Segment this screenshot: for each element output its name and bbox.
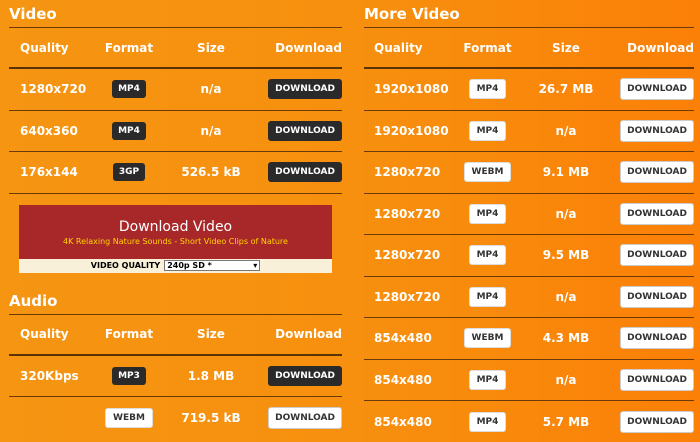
format-badge: WEBM (105, 407, 153, 428)
table-row: 854x480 WEBM 4.3 MB DOWNLOAD (364, 318, 694, 360)
quality-cell: 1280x720 (374, 206, 441, 221)
table-row: 854x480 MP4 n/a DOWNLOAD (364, 360, 694, 401)
more-video-section-title: More Video (364, 0, 694, 28)
format-badge: WEBM (463, 162, 512, 183)
size-cell: n/a (555, 289, 577, 304)
download-button[interactable]: DOWNLOAD (620, 202, 694, 225)
header-download: Download (275, 40, 342, 55)
video-table-header: Quality Format Size Download (9, 28, 342, 69)
header-size: Size (197, 40, 225, 55)
quality-cell: 854x480 (374, 414, 432, 429)
download-button[interactable]: DOWNLOAD (620, 410, 694, 433)
more-video-table-header: Quality Format Size Download (364, 28, 694, 69)
download-button[interactable]: DOWNLOAD (620, 119, 694, 142)
quality-cell: 1920x1080 (374, 82, 449, 97)
quality-cell: 640x360 (20, 123, 78, 138)
format-badge: MP4 (468, 79, 507, 100)
ad-title: Download Video (118, 218, 233, 235)
format-badge: WEBM (463, 328, 512, 349)
size-cell: 5.7 MB (542, 414, 590, 429)
size-cell: 26.7 MB (538, 82, 594, 97)
table-row: 854x480 MP4 5.7 MB DOWNLOAD (364, 401, 694, 442)
table-row: 1280x720 MP4 n/a DOWNLOAD (364, 194, 694, 235)
format-badge: MP4 (468, 411, 507, 432)
chevron-down-icon: ▾ (253, 261, 258, 270)
audio-section-title: Audio (9, 287, 342, 315)
download-button[interactable]: DOWNLOAD (620, 327, 694, 350)
size-cell: n/a (200, 123, 222, 138)
right-column: More Video Quality Format Size Download … (364, 0, 694, 442)
download-button[interactable]: DOWNLOAD (268, 406, 342, 429)
quality-cell: 1280x720 (374, 289, 441, 304)
table-row: 176x144 3GP 526.5 kB DOWNLOAD (9, 152, 342, 194)
download-button[interactable]: DOWNLOAD (620, 244, 694, 267)
table-row: 1920x1080 MP4 n/a DOWNLOAD (364, 111, 694, 152)
audio-table-header: Quality Format Size Download (9, 315, 342, 356)
header-format: Format (104, 40, 154, 55)
quality-cell: 854x480 (374, 331, 432, 346)
quality-cell: 854x480 (374, 372, 432, 387)
video-section-title: Video (9, 0, 342, 28)
header-size: Size (197, 327, 225, 341)
format-badge: MP4 (112, 121, 146, 140)
download-button[interactable]: DOWNLOAD (268, 79, 342, 100)
format-badge: MP4 (468, 286, 507, 307)
ad-quality-label: VIDEO QUALITY (90, 261, 161, 270)
size-cell: 1.8 MB (187, 368, 235, 383)
header-size: Size (552, 40, 580, 55)
header-quality: Quality (20, 327, 69, 341)
table-row: 1280x720 MP4 n/a DOWNLOAD (9, 69, 342, 111)
format-badge: MP4 (468, 369, 507, 390)
download-button[interactable]: DOWNLOAD (268, 120, 342, 141)
download-button[interactable]: DOWNLOAD (620, 368, 694, 391)
left-column: Video Quality Format Size Download 1280x… (9, 0, 342, 439)
header-quality: Quality (374, 40, 423, 55)
download-button[interactable]: DOWNLOAD (268, 365, 342, 386)
size-cell: 526.5 kB (181, 165, 241, 180)
video-quality-value: 240p SD * (167, 261, 212, 270)
header-download: Download (627, 40, 694, 55)
size-cell: 9.5 MB (542, 248, 590, 263)
download-button[interactable]: DOWNLOAD (268, 162, 342, 183)
header-quality: Quality (20, 40, 69, 55)
format-badge: MP4 (468, 203, 507, 224)
download-video-ad-banner[interactable]: Download Video 4K Relaxing Nature Sounds… (19, 204, 332, 273)
table-row: 1280x720 MP4 n/a DOWNLOAD (364, 277, 694, 318)
format-badge: MP4 (468, 120, 507, 141)
table-row: 640x360 MP4 n/a DOWNLOAD (9, 111, 342, 152)
format-badge: 3GP (112, 163, 146, 182)
size-cell: n/a (555, 372, 577, 387)
ad-quality-bar: VIDEO QUALITY 240p SD * ▾ (19, 258, 332, 273)
download-button[interactable]: DOWNLOAD (620, 161, 694, 184)
header-format: Format (463, 40, 512, 55)
size-cell: n/a (200, 82, 222, 97)
size-cell: n/a (555, 206, 577, 221)
table-row: 320Kbps MP3 1.8 MB DOWNLOAD (9, 356, 342, 397)
ad-subtitle: 4K Relaxing Nature Sounds - Short Video … (63, 236, 288, 246)
quality-cell: 176x144 (20, 165, 78, 180)
quality-cell: 1280x720 (20, 82, 87, 97)
table-row: 1280x720 MP4 9.5 MB DOWNLOAD (364, 235, 694, 277)
header-download: Download (275, 327, 342, 341)
size-cell: 9.1 MB (542, 165, 590, 180)
quality-cell: 1280x720 (374, 248, 441, 263)
header-format: Format (104, 327, 154, 341)
size-cell: 4.3 MB (542, 331, 590, 346)
video-quality-select[interactable]: 240p SD * ▾ (164, 260, 261, 271)
format-badge: MP4 (468, 245, 507, 266)
download-button[interactable]: DOWNLOAD (620, 285, 694, 308)
download-button[interactable]: DOWNLOAD (620, 78, 694, 101)
quality-cell: 1280x720 (374, 165, 441, 180)
size-cell: n/a (555, 123, 577, 138)
table-row: 1920x1080 MP4 26.7 MB DOWNLOAD (364, 69, 694, 111)
table-row: WEBM 719.5 kB DOWNLOAD (9, 397, 342, 439)
table-row: 1280x720 WEBM 9.1 MB DOWNLOAD (364, 152, 694, 194)
size-cell: 719.5 kB (181, 410, 241, 425)
format-badge: MP4 (112, 80, 146, 99)
quality-cell: 1920x1080 (374, 123, 449, 138)
quality-cell: 320Kbps (20, 368, 79, 383)
format-badge: MP3 (112, 366, 146, 385)
